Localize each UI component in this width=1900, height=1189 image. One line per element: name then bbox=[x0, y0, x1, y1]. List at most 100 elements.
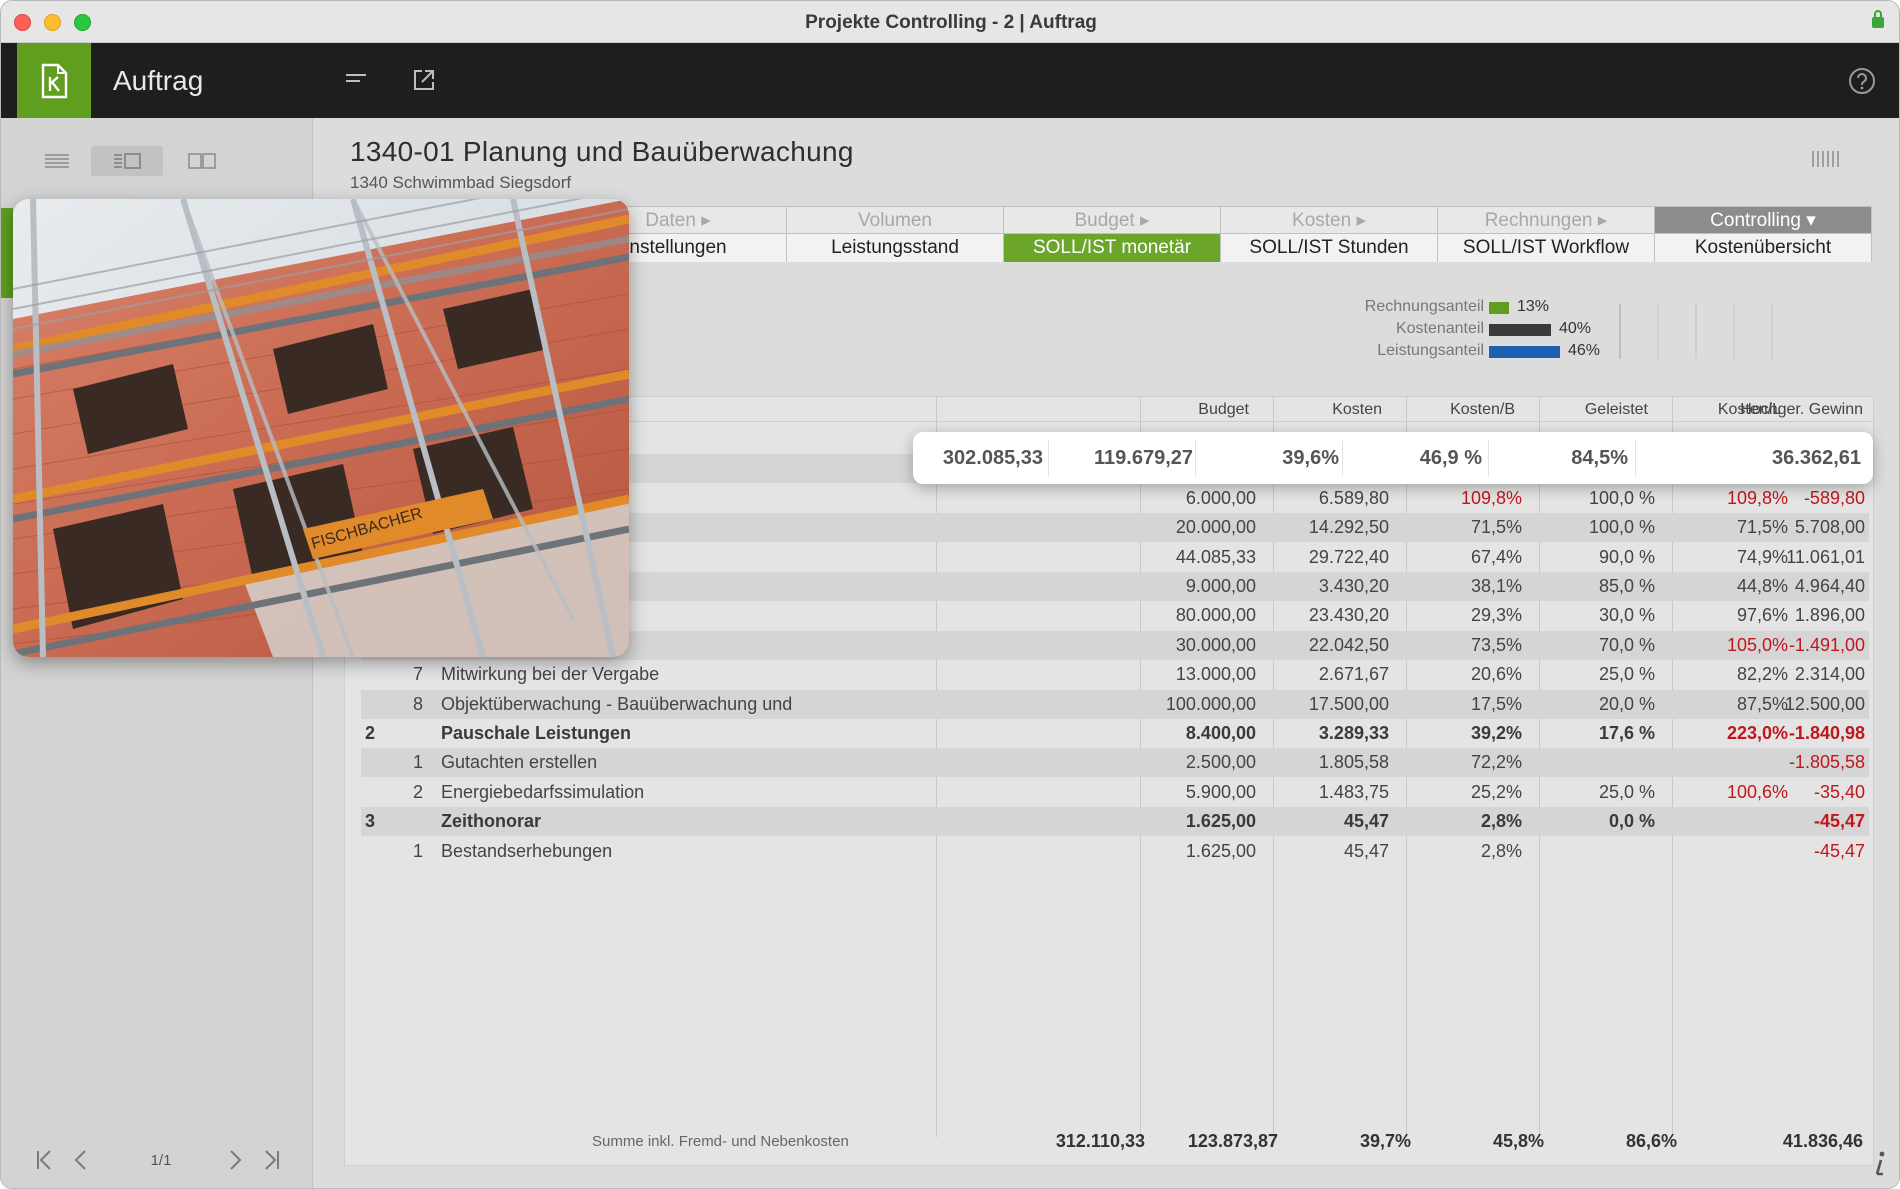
col-header-kosten[interactable]: Kosten bbox=[1332, 401, 1382, 419]
tab-category[interactable]: Kosten ▸ bbox=[1221, 207, 1437, 234]
legend-divider bbox=[1657, 304, 1659, 359]
info-icon[interactable] bbox=[1871, 1150, 1889, 1176]
split-view-button[interactable] bbox=[166, 146, 238, 176]
tab-category[interactable]: Controlling ▾ bbox=[1655, 207, 1871, 234]
cell-budget: 1.625,00 bbox=[1185, 811, 1256, 832]
table-row[interactable]: 2 Pauschale Leistungen 8.400,00 3.289,33 39,… bbox=[361, 719, 1869, 748]
legend-label: Kostenanteil bbox=[1395, 320, 1484, 337]
page-count: 1/1 bbox=[150, 1152, 172, 1169]
tab-budget[interactable]: Budget ▸ SOLL/IST monetär bbox=[1003, 206, 1221, 262]
cell-kosten: 22.042,50 bbox=[1308, 634, 1389, 655]
chevron-left-icon bbox=[74, 1150, 86, 1170]
table-row[interactable]: 2 Energiebedarfssimulation 5.900,00 1.483,7… bbox=[361, 778, 1869, 807]
col-header-kosten-b[interactable]: Kosten/B bbox=[1450, 401, 1515, 419]
cell-gewinn: -45,47 bbox=[1813, 840, 1865, 861]
cell-geleistet: 25,0 % bbox=[1598, 781, 1655, 802]
cell-budget: 8.400,00 bbox=[1185, 723, 1256, 743]
legend-value: 46% bbox=[1568, 342, 1601, 359]
cell-kosten: 2.671,67 bbox=[1318, 664, 1389, 685]
cell-kosten-b: 73,5% bbox=[1470, 634, 1522, 655]
row-description: Energiebedarfssimulation bbox=[441, 781, 645, 802]
footer-gewinn: 41.836,46 bbox=[1782, 1131, 1863, 1151]
cell-budget: 20.000,00 bbox=[1175, 517, 1256, 538]
tab-leistungsstand[interactable]: Leistungsstand bbox=[787, 234, 1003, 262]
cell-geleistet: 0,0 % bbox=[1608, 811, 1655, 832]
prev-page-button[interactable] bbox=[67, 1146, 93, 1174]
footer-geleistet: 45,8% bbox=[1492, 1131, 1544, 1151]
cell-budget: 30.000,00 bbox=[1175, 634, 1256, 655]
lock-icon[interactable] bbox=[1871, 9, 1885, 29]
cell-kosten-b: 72,2% bbox=[1470, 752, 1522, 773]
cell-gewinn: -45,47 bbox=[1813, 811, 1865, 832]
table-row[interactable]: 1 Gutachten erstellen 2.500,00 1.805,58 72,2… bbox=[361, 748, 1869, 778]
cell-kosten: 29.722,40 bbox=[1308, 546, 1389, 567]
cell-kosten-l: 71,5% bbox=[1736, 517, 1788, 538]
table-row[interactable]: 3 Zeithonorar 1.625,00 45,47 2,8% 0,0 % -45,47 bbox=[361, 807, 1869, 837]
cell-budget: 2.500,00 bbox=[1185, 752, 1256, 773]
first-page-button[interactable] bbox=[31, 1146, 57, 1174]
tab-category[interactable]: Budget ▸ bbox=[1004, 207, 1220, 234]
cell-kosten: 17.500,00 bbox=[1308, 693, 1389, 714]
table-row[interactable]: 7 Mitwirkung bei der Vergabe 13.000,00 2.67… bbox=[361, 660, 1869, 689]
last-page-button[interactable] bbox=[259, 1146, 285, 1174]
cell-gewinn: 2.314,00 bbox=[1794, 664, 1865, 685]
legend-divider bbox=[1695, 304, 1697, 359]
footer-kosten-l: 86,6% bbox=[1625, 1131, 1677, 1151]
tab-soll-ist-stunden[interactable]: SOLL/IST Stunden bbox=[1221, 234, 1437, 262]
detail-view-button[interactable] bbox=[91, 146, 163, 176]
app-title: Auftrag bbox=[113, 65, 204, 96]
table-row[interactable]: 1 Bestandserhebungen 1.625,00 45,47 2,8% -45,… bbox=[361, 837, 1869, 866]
cell-kosten-l: 74,9% bbox=[1736, 546, 1788, 567]
split-icon bbox=[188, 153, 216, 169]
open-external-button[interactable] bbox=[407, 63, 441, 97]
tab-category[interactable]: Rechnungen ▸ bbox=[1438, 207, 1654, 234]
cell-kosten: 23.430,20 bbox=[1308, 605, 1389, 626]
app-logo[interactable] bbox=[17, 43, 91, 118]
document-icon bbox=[41, 63, 68, 98]
help-icon[interactable] bbox=[1847, 66, 1877, 96]
toolbar: Auftrag bbox=[1, 43, 1899, 118]
tab-volumen[interactable]: Volumen Leistungsstand bbox=[786, 206, 1004, 262]
legend-label: Leistungsanteil bbox=[1377, 342, 1484, 359]
table-row[interactable]: 8 Objektüberwachung - Bauüberwachung und 1… bbox=[361, 689, 1869, 719]
next-page-button[interactable] bbox=[223, 1146, 249, 1174]
list-view-button[interactable] bbox=[21, 146, 93, 176]
cell-geleistet: 30,0 % bbox=[1598, 605, 1655, 626]
construction-photo[interactable]: FISCHBACHER bbox=[13, 199, 629, 657]
legend-divider bbox=[1733, 304, 1735, 359]
cell-geleistet: 100,0 % bbox=[1588, 487, 1655, 508]
cell-kosten: 3.289,33 bbox=[1318, 723, 1389, 743]
col-header-geleistet[interactable]: Geleistet bbox=[1585, 401, 1648, 419]
barcode-icon[interactable] bbox=[1811, 151, 1841, 167]
cell-kosten: 6.589,80 bbox=[1318, 487, 1389, 508]
cell-gewinn: 1.896,00 bbox=[1794, 605, 1865, 626]
tab-rechnungen[interactable]: Rechnungen ▸ SOLL/IST Workflow bbox=[1437, 206, 1655, 262]
chevron-right-icon bbox=[230, 1150, 242, 1170]
tab-soll-ist-monetaer[interactable]: SOLL/IST monetär bbox=[1004, 234, 1220, 262]
legend-row-rechnungsanteil: Rechnungsanteil 13% bbox=[1314, 298, 1614, 318]
col-header-gewinn[interactable]: Hochger. Gewinn bbox=[1740, 401, 1863, 419]
row-subnumber: 1 bbox=[413, 840, 424, 861]
table-footer: Summe inkl. Fremd- und Nebenkosten 312.1… bbox=[345, 1125, 1873, 1155]
external-link-icon bbox=[414, 70, 434, 90]
cell-kosten: 45,47 bbox=[1343, 840, 1389, 861]
tab-soll-ist-workflow[interactable]: SOLL/IST Workflow bbox=[1438, 234, 1654, 262]
tab-controlling[interactable]: Controlling ▾ Kostenübersicht bbox=[1654, 206, 1872, 262]
summary-popup: 302.085,33 119.679,27 39,6% 46,9 % 84,5%… bbox=[913, 432, 1873, 484]
tab-category[interactable]: Volumen bbox=[787, 207, 1003, 234]
cell-kosten-b: 17,5% bbox=[1470, 693, 1522, 714]
col-header-budget[interactable]: Budget bbox=[1198, 401, 1249, 419]
cell-gewinn: -1.491,00 bbox=[1788, 634, 1865, 655]
cell-budget: 1.625,00 bbox=[1185, 840, 1256, 861]
tab-kostenuebersicht[interactable]: Kostenübersicht bbox=[1655, 234, 1871, 262]
tab-kosten[interactable]: Kosten ▸ SOLL/IST Stunden bbox=[1220, 206, 1438, 262]
cell-gewinn: -35,40 bbox=[1813, 781, 1865, 802]
summary-gewinn: 36.362,61 bbox=[1772, 447, 1861, 469]
row-number: 3 bbox=[365, 811, 376, 832]
menu-button[interactable] bbox=[339, 63, 373, 97]
cell-kosten-b: 25,2% bbox=[1470, 781, 1522, 802]
window-title: Projekte Controlling - 2 | Auftrag bbox=[805, 12, 1097, 33]
cell-gewinn: 12.500,00 bbox=[1784, 693, 1865, 714]
cell-kosten-l: 97,6% bbox=[1736, 605, 1788, 626]
cell-kosten: 45,47 bbox=[1343, 811, 1389, 832]
